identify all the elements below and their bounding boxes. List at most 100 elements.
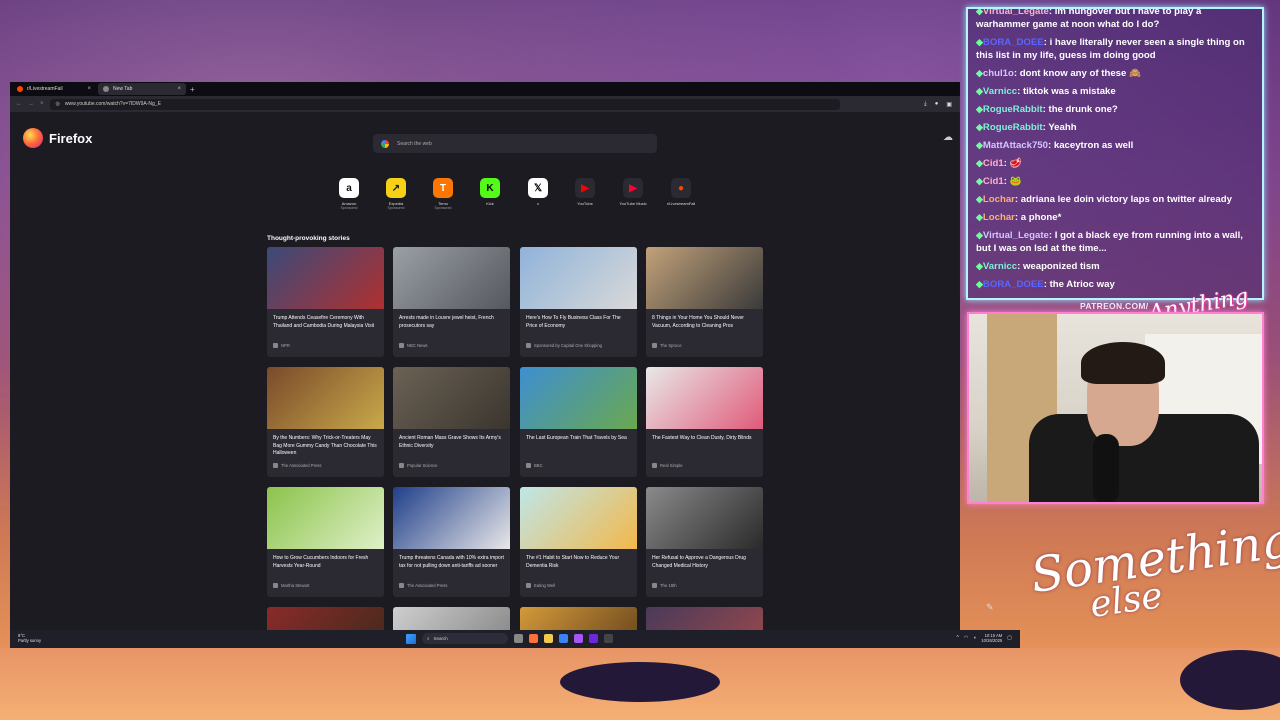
firefox-taskbar-icon[interactable] bbox=[529, 634, 538, 643]
source-label: BBC bbox=[534, 463, 543, 468]
story-card[interactable]: Here's How To Fly Business Class For The… bbox=[520, 247, 637, 357]
story-title: Trump Attends Ceasefire Ceremony With Th… bbox=[273, 315, 375, 329]
chat-username[interactable]: Cid1 bbox=[983, 176, 1004, 187]
story-card[interactable]: The #1 Habit to Start Now to Reduce Your… bbox=[520, 487, 637, 597]
source-label: Sponsored by Capital One Shopping bbox=[534, 343, 602, 348]
chat-username[interactable]: MattAttack750 bbox=[983, 140, 1048, 151]
start-button[interactable] bbox=[406, 633, 416, 644]
chat-username[interactable]: BORA_DOEE bbox=[983, 279, 1044, 290]
chat-username[interactable]: chul1o bbox=[983, 68, 1014, 79]
wifi-icon[interactable]: ◠ bbox=[964, 635, 968, 641]
taskbar-search[interactable]: ⌕ Search bbox=[422, 633, 508, 644]
task-view-icon[interactable] bbox=[514, 634, 523, 643]
chat-username[interactable]: Varnicc bbox=[983, 261, 1017, 272]
story-card[interactable]: How to Grow Cucumbers Indoors for Fresh … bbox=[267, 487, 384, 597]
publisher-icon bbox=[652, 463, 657, 468]
story-card[interactable]: The Last European Train That Travels by … bbox=[520, 367, 637, 477]
shortcut-label: x bbox=[537, 201, 539, 206]
story-title: Trump threatens Canada with 10% extra im… bbox=[399, 555, 504, 569]
publisher-icon bbox=[399, 343, 404, 348]
story-source: Real Simple bbox=[646, 463, 763, 468]
site-info-icon[interactable]: ◎ bbox=[56, 101, 60, 107]
discord-icon[interactable] bbox=[589, 634, 598, 643]
chat-username[interactable]: Virtual_Legate bbox=[983, 9, 1049, 17]
story-thumbnail bbox=[393, 247, 510, 309]
weather-icon[interactable]: ☁ bbox=[943, 132, 953, 143]
story-card[interactable]: Her Refusal to Approve a Dangerous Drug … bbox=[646, 487, 763, 597]
chat-username[interactable]: Cid1 bbox=[983, 158, 1004, 169]
account-icon[interactable]: ● bbox=[935, 101, 939, 108]
extensions-icon[interactable]: ▣ bbox=[946, 101, 952, 108]
chat-username[interactable]: RogueRabbit bbox=[983, 104, 1043, 115]
patreon-label: PATREON.COM/ bbox=[1080, 301, 1149, 311]
story-title: 8 Things in Your Home You Should Never V… bbox=[652, 315, 744, 329]
clock[interactable]: 10:15 AM 10/26/2025 bbox=[981, 633, 1002, 643]
story-card[interactable]: Trump threatens Canada with 10% extra im… bbox=[393, 487, 510, 597]
chat-username[interactable]: Virtual_Legate bbox=[983, 230, 1049, 241]
story-card[interactable]: The Fastest Way to Clean Dusty, Dirty Bl… bbox=[646, 367, 763, 477]
tab-livestreamfail[interactable]: r/LivestreamFail × bbox=[12, 83, 96, 95]
browser-window: r/LivestreamFail × New Tab × + ← → × ◎ w… bbox=[10, 82, 960, 648]
volume-icon[interactable]: ◖ bbox=[973, 635, 976, 641]
close-icon[interactable]: × bbox=[87, 86, 91, 92]
publisher-icon bbox=[399, 463, 404, 468]
shortcut-kick[interactable]: K Kick bbox=[467, 178, 513, 206]
chat-username[interactable]: BORA_DOEE bbox=[983, 37, 1044, 48]
shortcut-x[interactable]: 𝕏x bbox=[515, 178, 561, 206]
chat-username[interactable]: Varnicc bbox=[983, 86, 1017, 97]
date: 10/26/2025 bbox=[981, 638, 1003, 643]
shortcut-label: YouTube bbox=[577, 201, 593, 206]
stop-icon[interactable]: × bbox=[40, 101, 44, 107]
shortcut-r-livestreamfail[interactable]: ● r/LivestreamFail bbox=[658, 178, 704, 206]
story-card[interactable]: 8 Things in Your Home You Should Never V… bbox=[646, 247, 763, 357]
chat-username[interactable]: Lochar bbox=[983, 194, 1015, 205]
file-explorer-icon[interactable] bbox=[544, 634, 553, 643]
web-search-box[interactable]: Search the web bbox=[373, 134, 657, 153]
badge-icon: ◆ bbox=[976, 122, 983, 132]
shortcut-temu[interactable]: T Temu Sponsored bbox=[420, 178, 466, 210]
tab-new-tab[interactable]: New Tab × bbox=[98, 83, 186, 95]
edge-icon[interactable] bbox=[559, 634, 568, 643]
badge-icon: ◆ bbox=[976, 37, 983, 47]
story-source: The Associated Press bbox=[393, 583, 510, 588]
story-card[interactable]: Ancient Roman Mass Grave Shows Its Army'… bbox=[393, 367, 510, 477]
app-icon[interactable] bbox=[604, 634, 613, 643]
source-label: NBC News bbox=[407, 343, 428, 348]
story-thumbnail bbox=[646, 367, 763, 429]
badge-icon: ◆ bbox=[976, 86, 983, 96]
story-card[interactable]: Trump Attends Ceasefire Ceremony With Th… bbox=[267, 247, 384, 357]
shortcut-youtube-music[interactable]: ▶ YouTube Music bbox=[610, 178, 656, 206]
notification-icon[interactable]: ▢ bbox=[1007, 635, 1012, 641]
publisher-icon bbox=[652, 343, 657, 348]
windows-taskbar: 8°C Partly sunny ⌕ Search ^ ◠ ◖ 10:15 AM… bbox=[10, 630, 1020, 648]
shortcut-youtube[interactable]: ▶ YouTube bbox=[562, 178, 608, 206]
chat-username[interactable]: Lochar bbox=[983, 212, 1015, 223]
chat-message: ◆RogueRabbit: the drunk one? bbox=[976, 103, 1254, 116]
obs-icon[interactable] bbox=[574, 634, 583, 643]
story-source: Sponsored by Capital One Shopping bbox=[520, 343, 637, 348]
publisher-icon bbox=[273, 343, 278, 348]
google-icon bbox=[381, 139, 389, 148]
chevron-up-icon[interactable]: ^ bbox=[957, 635, 959, 641]
story-card[interactable]: Arrests made in Louvre jewel heist, Fren… bbox=[393, 247, 510, 357]
shortcut-expedia[interactable]: ↗ Expedia Sponsored bbox=[373, 178, 419, 210]
r-livestreamfail-icon: ● bbox=[671, 178, 691, 198]
chat-text: 🥩 bbox=[1009, 158, 1022, 169]
address-bar[interactable]: ◎ www.youtube.com/watch?v=7IDW9A-Ng_E bbox=[49, 98, 840, 110]
shortcut-label: r/LivestreamFail bbox=[666, 201, 696, 206]
back-icon[interactable]: ← bbox=[16, 101, 22, 107]
search-icon: ⌕ bbox=[427, 636, 430, 641]
download-icon[interactable]: ⤓ bbox=[924, 101, 927, 108]
chat-username[interactable]: RogueRabbit bbox=[983, 122, 1043, 133]
navigation-toolbar: ← → × ◎ www.youtube.com/watch?v=7IDW9A-N… bbox=[10, 96, 960, 112]
close-icon[interactable]: × bbox=[177, 86, 181, 92]
new-tab-icon[interactable]: + bbox=[190, 85, 195, 94]
customize-pencil-icon[interactable]: ✎ bbox=[986, 602, 994, 613]
taskbar-weather[interactable]: 8°C Partly sunny bbox=[18, 633, 41, 643]
story-thumbnail bbox=[267, 367, 384, 429]
badge-icon: ◆ bbox=[976, 194, 983, 204]
story-card[interactable]: By the Numbers: Why Trick-or-Treaters Ma… bbox=[267, 367, 384, 477]
chat-text: weaponized tism bbox=[1022, 261, 1100, 272]
forward-icon[interactable]: → bbox=[28, 101, 34, 107]
shortcut-amazon[interactable]: a Amazon Sponsored bbox=[326, 178, 372, 210]
